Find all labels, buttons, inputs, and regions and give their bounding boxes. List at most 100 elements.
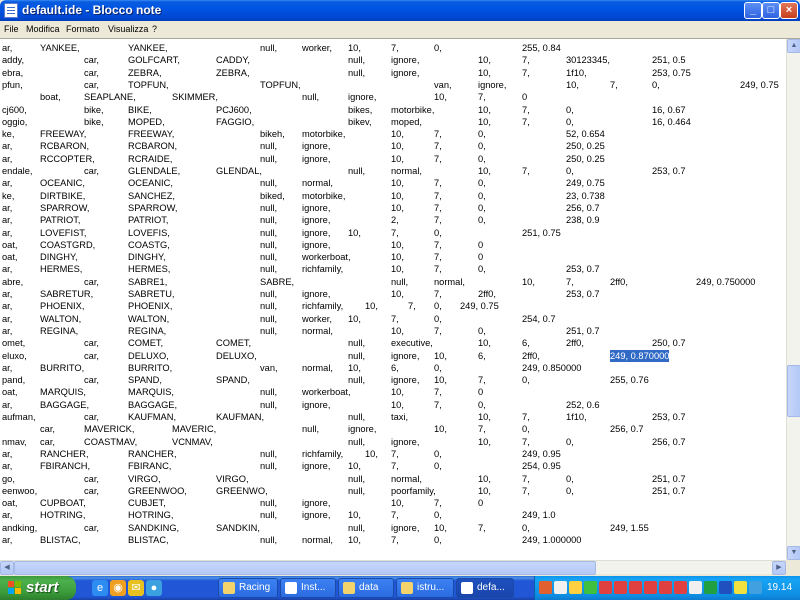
vertical-scrollbar[interactable]: ▲ ▼	[786, 39, 800, 560]
start-button[interactable]: start	[0, 576, 76, 600]
task-default-ide[interactable]: defa...	[456, 578, 514, 598]
tray-app-icon[interactable]	[599, 581, 612, 594]
text-token: 7,	[478, 424, 486, 435]
menu-help[interactable]: ?	[152, 23, 157, 35]
scroll-down-button[interactable]: ▼	[787, 546, 800, 560]
text-token: 23, 0.738	[566, 190, 605, 201]
scroll-left-button[interactable]: ◀	[0, 561, 14, 575]
text-token: 0,	[478, 264, 486, 275]
text-token: MAVERICK,	[84, 424, 135, 435]
text-token: 0	[522, 92, 528, 103]
outlook-icon[interactable]: ✉	[128, 580, 144, 596]
tray-app-icon[interactable]	[614, 581, 627, 594]
text-token: abre,	[2, 276, 24, 287]
menu-file[interactable]: File	[4, 23, 19, 35]
text-token: BLISTAC,	[40, 535, 81, 545]
text-token: richfamily,	[302, 301, 344, 312]
text-line: oggio, bike, MOPED, FAGGIO, bikev, moped, 10, 7…	[0, 116, 786, 128]
text-token: car,	[40, 424, 55, 435]
task-inst[interactable]: Inst...	[280, 578, 336, 598]
text-token: SABRETU,	[128, 289, 175, 299]
text-token: 10,	[348, 43, 361, 53]
text-token: SPARROW,	[40, 202, 90, 213]
minimize-button[interactable]: _	[744, 2, 762, 19]
horizontal-scrollbar[interactable]: ◀ ▶	[0, 560, 786, 575]
text-token: oggio,	[2, 116, 28, 127]
text-token: 253, 0.7	[566, 264, 600, 275]
text-token: 0,	[434, 227, 442, 238]
text-token: MARQUIS,	[128, 387, 174, 398]
text-token: 256, 0.7	[652, 436, 686, 447]
title-bar[interactable]: default.ide - Blocco note _ □ ×	[0, 0, 800, 21]
tray-app-icon[interactable]	[734, 581, 747, 594]
system-tray: 19.14	[534, 576, 800, 600]
scroll-up-button[interactable]: ▲	[787, 39, 800, 53]
selected-text: 249, 0.870000	[610, 349, 670, 362]
vertical-scroll-thumb[interactable]	[787, 365, 800, 417]
text-token: REGINA,	[40, 325, 79, 336]
text-token: 0	[478, 239, 484, 250]
tray-app-icon[interactable]	[674, 581, 687, 594]
text-token: 7,	[434, 215, 442, 226]
text-token: 256, 0.7	[566, 202, 600, 213]
text-line: ar, RCCOPTER, RCRAIDE, null, ignore, 10, 7, 0, 2…	[0, 153, 786, 165]
text-token: workerboat,	[302, 387, 351, 398]
text-token: 0,	[478, 399, 486, 410]
menu-visualizza[interactable]: Visualizza	[108, 23, 148, 35]
text-token: BAGGAGE,	[40, 399, 90, 410]
text-token: ignore,	[348, 92, 377, 103]
text-line: eenwoo, car, GREENWOO, GREENWO, null, poorfam…	[0, 485, 786, 497]
text-token: ignore,	[391, 522, 420, 533]
text-token: PHOENIX,	[40, 301, 85, 312]
text-line: go, car, VIRGO, VIRGO, null, normal, 10, 7, 0, 25…	[0, 473, 786, 485]
tray-app-icon[interactable]	[554, 581, 567, 594]
scroll-right-button[interactable]: ▶	[772, 561, 786, 575]
tray-app-icon[interactable]	[629, 581, 642, 594]
text-token: ar,	[2, 301, 13, 312]
tray-app-icon[interactable]	[704, 581, 717, 594]
text-token: 10,	[348, 510, 361, 521]
media-player-icon[interactable]: ◉	[110, 580, 126, 596]
maximize-button[interactable]: □	[762, 2, 780, 19]
taskbar: start e ◉ ✉ ● Racing Inst... data istru.…	[0, 576, 800, 600]
task-racing[interactable]: Racing	[218, 578, 278, 598]
tray-app-icon[interactable]	[644, 581, 657, 594]
tray-app-icon[interactable]	[689, 581, 702, 594]
text-line: omet, car, COMET, COMET, null, executive, 10, 6…	[0, 337, 786, 349]
task-istru[interactable]: istru...	[396, 578, 454, 598]
text-token: 250, 0.7	[652, 338, 686, 349]
notepad-icon[interactable]	[4, 3, 18, 18]
text-token: car,	[84, 412, 99, 422]
text-token: ignore,	[302, 498, 331, 509]
text-token: null,	[302, 424, 320, 435]
text-area[interactable]: ar, YANKEE, YANKEE, null, worker, 10, 7, 0, 255,…	[0, 39, 786, 560]
task-data[interactable]: data	[338, 578, 394, 598]
text-token: null,	[348, 522, 366, 533]
menu-formato[interactable]: Formato	[66, 23, 100, 35]
text-token: ar,	[2, 461, 13, 472]
ie-icon[interactable]: e	[92, 580, 108, 596]
text-token: 0,	[478, 153, 486, 164]
tray-app-icon[interactable]	[584, 581, 597, 594]
msn-icon[interactable]: ●	[146, 580, 162, 596]
text-token: null,	[260, 461, 278, 472]
text-token: 30123345,	[566, 55, 610, 66]
close-button[interactable]: ×	[780, 2, 798, 19]
volume-icon[interactable]	[749, 581, 762, 594]
tray-app-icon[interactable]	[569, 581, 582, 594]
horizontal-scroll-thumb[interactable]	[14, 561, 596, 575]
tray-app-icon[interactable]	[659, 581, 672, 594]
tray-app-icon[interactable]	[539, 581, 552, 594]
text-token: 10,	[365, 301, 378, 312]
text-token: 7,	[522, 67, 530, 78]
text-token: 254, 0.7	[522, 313, 556, 324]
task-label: istru...	[417, 582, 445, 593]
text-token: 249, 1.000000	[522, 535, 582, 545]
tray-app-icon[interactable]	[719, 581, 732, 594]
text-line: ar, SPARROW, SPARROW, null, ignore, 10, 7, 0, 25…	[0, 202, 786, 214]
text-token: 7,	[522, 116, 530, 127]
text-token: omet,	[2, 338, 26, 349]
text-token: ar,	[2, 264, 13, 275]
menu-modifica[interactable]: Modifica	[26, 23, 60, 35]
text-token: null,	[260, 264, 278, 275]
